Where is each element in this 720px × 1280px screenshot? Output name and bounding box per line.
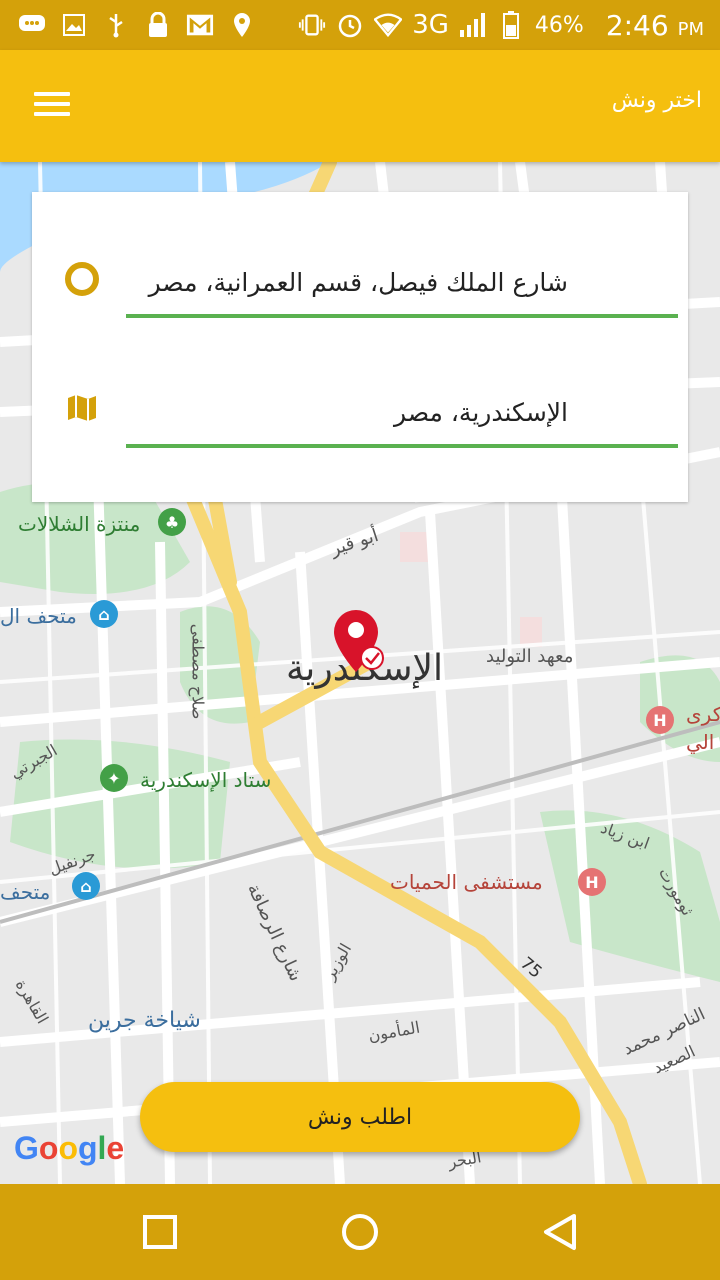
battery-icon: [497, 11, 525, 39]
messages-icon: [18, 11, 46, 39]
hamburger-menu-icon[interactable]: [34, 92, 78, 122]
google-logo: Google: [14, 1130, 125, 1166]
map-label-ali: الي: [686, 730, 715, 754]
location-icon: [228, 11, 256, 39]
clock: 2:46 PM: [606, 9, 704, 42]
destination-field[interactable]: الإسكندرية، مصر: [126, 388, 678, 448]
museum2-poi-icon[interactable]: ⌂: [72, 872, 100, 900]
map-label-museum1: متحف ال: [0, 604, 77, 628]
origin-underline: [126, 314, 678, 318]
hospital2-poi-icon[interactable]: H: [646, 706, 674, 734]
request-winch-button[interactable]: اطلب ونش: [140, 1082, 580, 1152]
park-poi-icon[interactable]: ♣: [158, 508, 186, 536]
battery-percent: 46%: [534, 12, 584, 38]
usb-icon: [102, 11, 130, 39]
map-label-museum2: متحف: [0, 880, 51, 904]
signal-icon: [459, 11, 487, 39]
destination-underline: [126, 444, 678, 448]
map-label-shallalat: منتزة الشلالات: [18, 512, 141, 536]
vibrate-icon: [298, 11, 326, 39]
hospital-poi-icon[interactable]: H: [578, 868, 606, 896]
gmail-icon: [186, 11, 214, 39]
wifi-icon: [374, 11, 403, 39]
clock-ampm: PM: [677, 18, 704, 40]
origin-input-value[interactable]: شارع الملك فيصل، قسم العمرانية، مصر: [149, 268, 568, 297]
recent-apps-icon[interactable]: [140, 1212, 180, 1252]
gallery-icon: [60, 11, 88, 39]
museum-poi-icon[interactable]: ⌂: [90, 600, 118, 628]
home-icon[interactable]: [340, 1212, 380, 1252]
map-label-salah: صلاح مصطفى: [188, 623, 208, 720]
route-search-card: شارع الملك فيصل، قسم العمرانية، مصر الإس…: [32, 192, 688, 502]
map-label-stadium: ستاد الإسكندرية: [140, 768, 272, 792]
destination-input-value[interactable]: الإسكندرية، مصر: [394, 398, 568, 427]
map-label-maahad: معهد التوليد: [486, 646, 574, 667]
map-icon: [66, 392, 98, 424]
clock-time: 2:46: [605, 8, 669, 42]
alarm-icon: [336, 11, 364, 39]
origin-circle-icon: [65, 262, 99, 296]
app-bar: اختر ونش: [0, 50, 720, 162]
origin-field[interactable]: شارع الملك فيصل، قسم العمرانية، مصر: [126, 258, 678, 318]
lock-icon: [144, 11, 172, 39]
stadium-poi-icon[interactable]: ✦: [100, 764, 128, 792]
map-label-sheyakha: شياخة جرين: [88, 1008, 201, 1033]
status-bar: 3G 46% 2:46 PM: [0, 0, 720, 50]
destination-pin-icon[interactable]: [332, 608, 384, 676]
map-label-kari: كرى: [686, 702, 720, 726]
system-status: 3G 46% 2:46 PM: [298, 6, 704, 44]
page-title: اختر ونش: [611, 88, 702, 113]
network-type: 3G: [412, 10, 449, 40]
back-icon[interactable]: [540, 1212, 580, 1252]
map-label-hospital: مستشفى الحميات: [390, 870, 543, 894]
notification-icons: [18, 8, 256, 42]
navigation-bar: [0, 1184, 720, 1280]
